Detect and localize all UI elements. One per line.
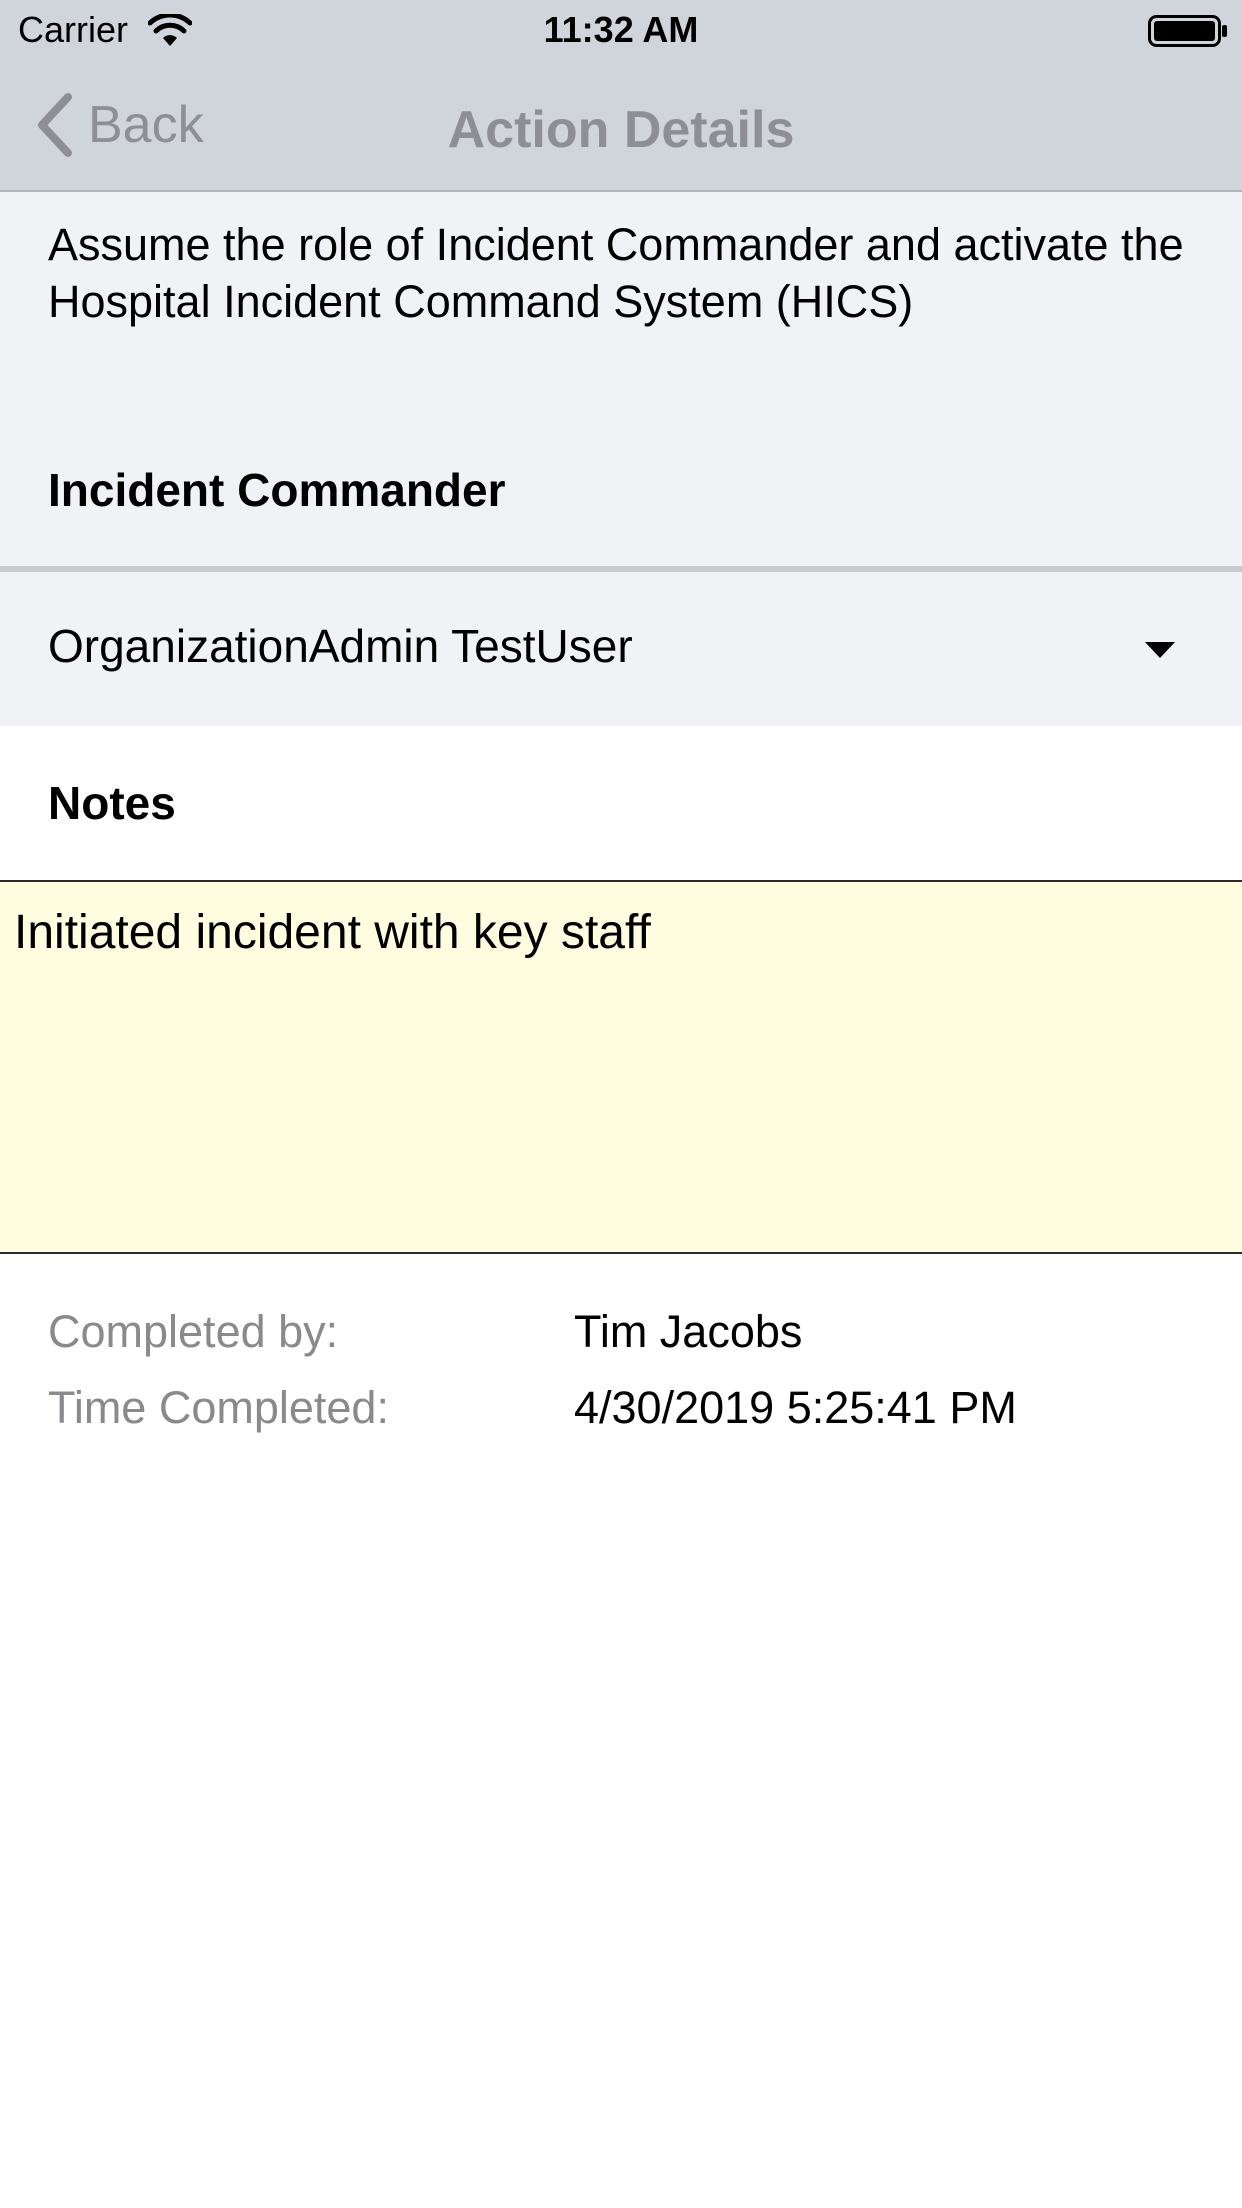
caret-down-icon bbox=[1145, 642, 1175, 658]
time-completed-label: Time Completed: bbox=[48, 1382, 389, 1433]
notes-label: Notes bbox=[48, 777, 176, 829]
assignee-dropdown[interactable]: OrganizationAdmin TestUser bbox=[0, 572, 1242, 726]
page-title: Action Details bbox=[447, 101, 795, 159]
action-summary: Assume the role of Incident Commander an… bbox=[0, 192, 1242, 566]
action-description: Assume the role of Incident Commander an… bbox=[48, 219, 1184, 327]
completed-by-value: Tim Jacobs bbox=[574, 1306, 803, 1357]
status-time: 11:32 AM bbox=[543, 9, 699, 50]
navigation-bar: Back Action Details bbox=[0, 60, 1242, 192]
completed-by-label: Completed by: bbox=[48, 1306, 339, 1357]
time-completed-value: 4/30/2019 5:25:41 PM bbox=[574, 1382, 1017, 1433]
assignee-selected-value: OrganizationAdmin TestUser bbox=[48, 620, 633, 672]
notes-textarea[interactable]: Initiated incident with key staff bbox=[0, 880, 1242, 1254]
status-bar: Carrier 11:32 AM bbox=[0, 0, 1242, 60]
battery-icon bbox=[1148, 15, 1227, 47]
notes-text: Initiated incident with key staff bbox=[14, 906, 651, 959]
role-title: Incident Commander bbox=[48, 464, 506, 516]
